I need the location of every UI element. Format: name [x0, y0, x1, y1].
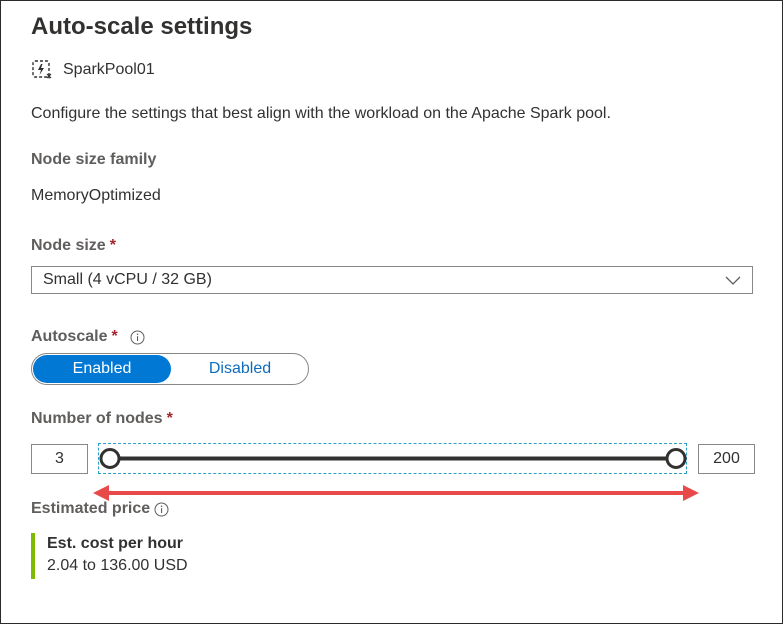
autoscale-label-text: Autoscale	[31, 328, 108, 345]
autoscale-disabled-option[interactable]: Disabled	[172, 354, 308, 384]
estimated-price-label-text: Estimated price	[31, 500, 151, 517]
required-marker: *	[109, 237, 116, 254]
required-marker: *	[166, 410, 173, 427]
max-nodes-input[interactable]: 200	[698, 444, 755, 474]
number-of-nodes-label: Number of nodes *	[31, 410, 173, 428]
settings-panel: Auto-scale settings SparkPool01 Configur…	[0, 0, 783, 624]
pool-name: SparkPool01	[63, 61, 155, 78]
min-nodes-input[interactable]: 3	[31, 444, 88, 474]
min-slider-thumb[interactable]	[99, 448, 121, 469]
page-title: Auto-scale settings	[31, 13, 253, 40]
info-icon[interactable]	[154, 502, 169, 517]
node-size-family-label: Node size family	[31, 151, 157, 168]
description: Configure the settings that best align w…	[31, 105, 611, 122]
pool-row: SparkPool01	[31, 59, 155, 81]
max-slider-thumb[interactable]	[665, 448, 687, 469]
autoscale-toggle[interactable]: Enabled Disabled	[31, 353, 309, 385]
node-size-label: Node size *	[31, 237, 116, 255]
node-size-family-value: MemoryOptimized	[31, 187, 161, 204]
chevron-down-icon	[724, 272, 742, 288]
autoscale-label: Autoscale *	[31, 328, 145, 346]
required-marker: *	[111, 328, 118, 345]
number-of-nodes-label-text: Number of nodes	[31, 410, 163, 427]
range-slider[interactable]	[98, 443, 687, 474]
info-icon[interactable]	[130, 330, 145, 345]
range-annotation-arrow	[93, 485, 699, 501]
price-title: Est. cost per hour	[47, 535, 184, 552]
autoscale-enabled-option[interactable]: Enabled	[33, 355, 171, 383]
price-card: Est. cost per hour 2.04 to 136.00 USD	[31, 533, 188, 579]
node-size-label-text: Node size	[31, 237, 106, 254]
estimated-price-label: Estimated price	[31, 500, 169, 518]
price-value: 2.04 to 136.00 USD	[47, 557, 188, 574]
node-size-selected: Small (4 vCPU / 32 GB)	[43, 271, 212, 288]
node-size-dropdown[interactable]: Small (4 vCPU / 32 GB)	[31, 266, 753, 294]
spark-pool-icon	[31, 59, 53, 81]
